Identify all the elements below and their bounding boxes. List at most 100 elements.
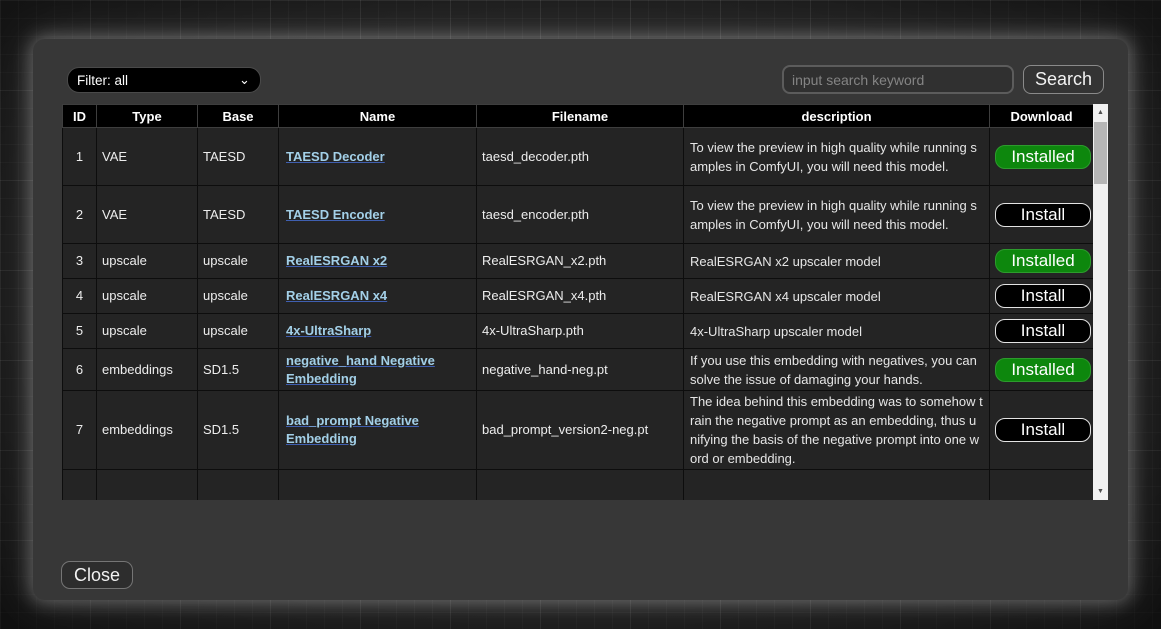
- cell-base: [198, 470, 279, 501]
- table-row: These embedding learn what disgusting co…: [63, 470, 1094, 501]
- cell-type: upscale: [97, 314, 198, 349]
- cell-base: TAESD: [198, 186, 279, 244]
- table-header-row: IDTypeBaseNameFilenamedescriptionDownloa…: [63, 105, 1094, 128]
- model-table-scroll-area: IDTypeBaseNameFilenamedescriptionDownloa…: [62, 104, 1093, 500]
- table-row: 4 upscale upscale RealESRGAN x4 RealESRG…: [63, 279, 1094, 314]
- cell-id: 5: [63, 314, 97, 349]
- filter-select-wrap: Filter: all ⌄: [67, 67, 261, 93]
- cell-base: upscale: [198, 314, 279, 349]
- cell-download: Install: [990, 391, 1094, 470]
- cell-name: TAESD Decoder: [279, 128, 477, 186]
- install-button[interactable]: Install: [995, 319, 1091, 343]
- search-button[interactable]: Search: [1023, 65, 1104, 94]
- cell-download: Installed: [990, 128, 1094, 186]
- cell-base: upscale: [198, 244, 279, 279]
- column-header-name: Name: [279, 105, 477, 128]
- install-button[interactable]: Install: [995, 418, 1091, 442]
- cell-description: 4x-UltraSharp upscaler model: [684, 314, 990, 349]
- cell-id: 4: [63, 279, 97, 314]
- cell-description: If you use this embedding with negatives…: [684, 349, 990, 391]
- table-row: 7 embeddings SD1.5 bad_prompt Negative E…: [63, 391, 1094, 470]
- filter-select[interactable]: Filter: all: [67, 67, 261, 93]
- cell-name: 4x-UltraSharp: [279, 314, 477, 349]
- cell-name: RealESRGAN x2: [279, 244, 477, 279]
- cell-base: SD1.5: [198, 391, 279, 470]
- cell-id: 7: [63, 391, 97, 470]
- cell-base: upscale: [198, 279, 279, 314]
- cell-filename: taesd_decoder.pth: [477, 128, 684, 186]
- cell-base: SD1.5: [198, 349, 279, 391]
- cell-type: [97, 470, 198, 501]
- close-button[interactable]: Close: [61, 561, 133, 589]
- model-link[interactable]: negative_hand Negative Embedding: [286, 353, 435, 386]
- cell-download: [990, 470, 1094, 501]
- comfyui-canvas: { "toolbar": { "filter_label": "Filter: …: [0, 0, 1161, 629]
- install-button[interactable]: Installed: [995, 145, 1091, 169]
- cell-download: Install: [990, 314, 1094, 349]
- model-link[interactable]: TAESD Decoder: [286, 149, 385, 164]
- column-header-type: Type: [97, 105, 198, 128]
- cell-base: TAESD: [198, 128, 279, 186]
- cell-type: upscale: [97, 279, 198, 314]
- cell-id: 6: [63, 349, 97, 391]
- cell-description: To view the preview in high quality whil…: [684, 186, 990, 244]
- cell-download: Installed: [990, 349, 1094, 391]
- model-manager-dialog: Filter: all ⌄ Search IDTypeBaseNameFilen…: [33, 39, 1128, 600]
- cell-name: RealESRGAN x4: [279, 279, 477, 314]
- column-header-description: description: [684, 105, 990, 128]
- cell-download: Install: [990, 186, 1094, 244]
- install-button[interactable]: Installed: [995, 249, 1091, 273]
- cell-id: [63, 470, 97, 501]
- search-input[interactable]: [782, 65, 1014, 94]
- cell-description: To view the preview in high quality whil…: [684, 128, 990, 186]
- column-header-filename: Filename: [477, 105, 684, 128]
- cell-download: Installed: [990, 244, 1094, 279]
- cell-download: Install: [990, 279, 1094, 314]
- cell-id: 3: [63, 244, 97, 279]
- cell-name: bad_prompt Negative Embedding: [279, 391, 477, 470]
- cell-type: VAE: [97, 186, 198, 244]
- model-table: IDTypeBaseNameFilenamedescriptionDownloa…: [62, 104, 1093, 500]
- scroll-down-icon[interactable]: ▼: [1093, 483, 1108, 500]
- model-link[interactable]: RealESRGAN x4: [286, 288, 387, 303]
- table-row: 3 upscale upscale RealESRGAN x2 RealESRG…: [63, 244, 1094, 279]
- model-link[interactable]: bad_prompt Negative Embedding: [286, 413, 419, 446]
- cell-filename: bad_prompt_version2-neg.pt: [477, 391, 684, 470]
- model-link[interactable]: TAESD Encoder: [286, 207, 385, 222]
- table-row: 5 upscale upscale 4x-UltraSharp 4x-Ultra…: [63, 314, 1094, 349]
- scrollbar-thumb[interactable]: [1094, 122, 1107, 184]
- table-row: 2 VAE TAESD TAESD Encoder taesd_encoder.…: [63, 186, 1094, 244]
- install-button[interactable]: Installed: [995, 358, 1091, 382]
- cell-description: RealESRGAN x4 upscaler model: [684, 279, 990, 314]
- cell-filename: RealESRGAN_x2.pth: [477, 244, 684, 279]
- cell-filename: RealESRGAN_x4.pth: [477, 279, 684, 314]
- cell-filename: negative_hand-neg.pt: [477, 349, 684, 391]
- scroll-up-icon[interactable]: ▲: [1093, 104, 1108, 121]
- cell-description: These embedding learn what disgusting co…: [684, 470, 990, 501]
- cell-id: 2: [63, 186, 97, 244]
- cell-type: upscale: [97, 244, 198, 279]
- cell-type: VAE: [97, 128, 198, 186]
- search-group: Search: [782, 65, 1104, 94]
- cell-filename: taesd_encoder.pth: [477, 186, 684, 244]
- model-link[interactable]: RealESRGAN x2: [286, 253, 387, 268]
- install-button[interactable]: Install: [995, 203, 1091, 227]
- install-button[interactable]: Install: [995, 284, 1091, 308]
- model-table-container: IDTypeBaseNameFilenamedescriptionDownloa…: [62, 104, 1108, 500]
- table-row: 1 VAE TAESD TAESD Decoder taesd_decoder.…: [63, 128, 1094, 186]
- table-row: 6 embeddings SD1.5 negative_hand Negativ…: [63, 349, 1094, 391]
- model-link[interactable]: 4x-UltraSharp: [286, 323, 371, 338]
- cell-id: 1: [63, 128, 97, 186]
- column-header-download: Download: [990, 105, 1094, 128]
- cell-description: RealESRGAN x2 upscaler model: [684, 244, 990, 279]
- cell-name: TAESD Encoder: [279, 186, 477, 244]
- cell-name: negative_hand Negative Embedding: [279, 349, 477, 391]
- cell-description: The idea behind this embedding was to so…: [684, 391, 990, 470]
- table-scrollbar[interactable]: ▲ ▼: [1093, 104, 1108, 500]
- cell-filename: [477, 470, 684, 501]
- cell-type: embeddings: [97, 349, 198, 391]
- column-header-base: Base: [198, 105, 279, 128]
- cell-filename: 4x-UltraSharp.pth: [477, 314, 684, 349]
- column-header-id: ID: [63, 105, 97, 128]
- cell-name: [279, 470, 477, 501]
